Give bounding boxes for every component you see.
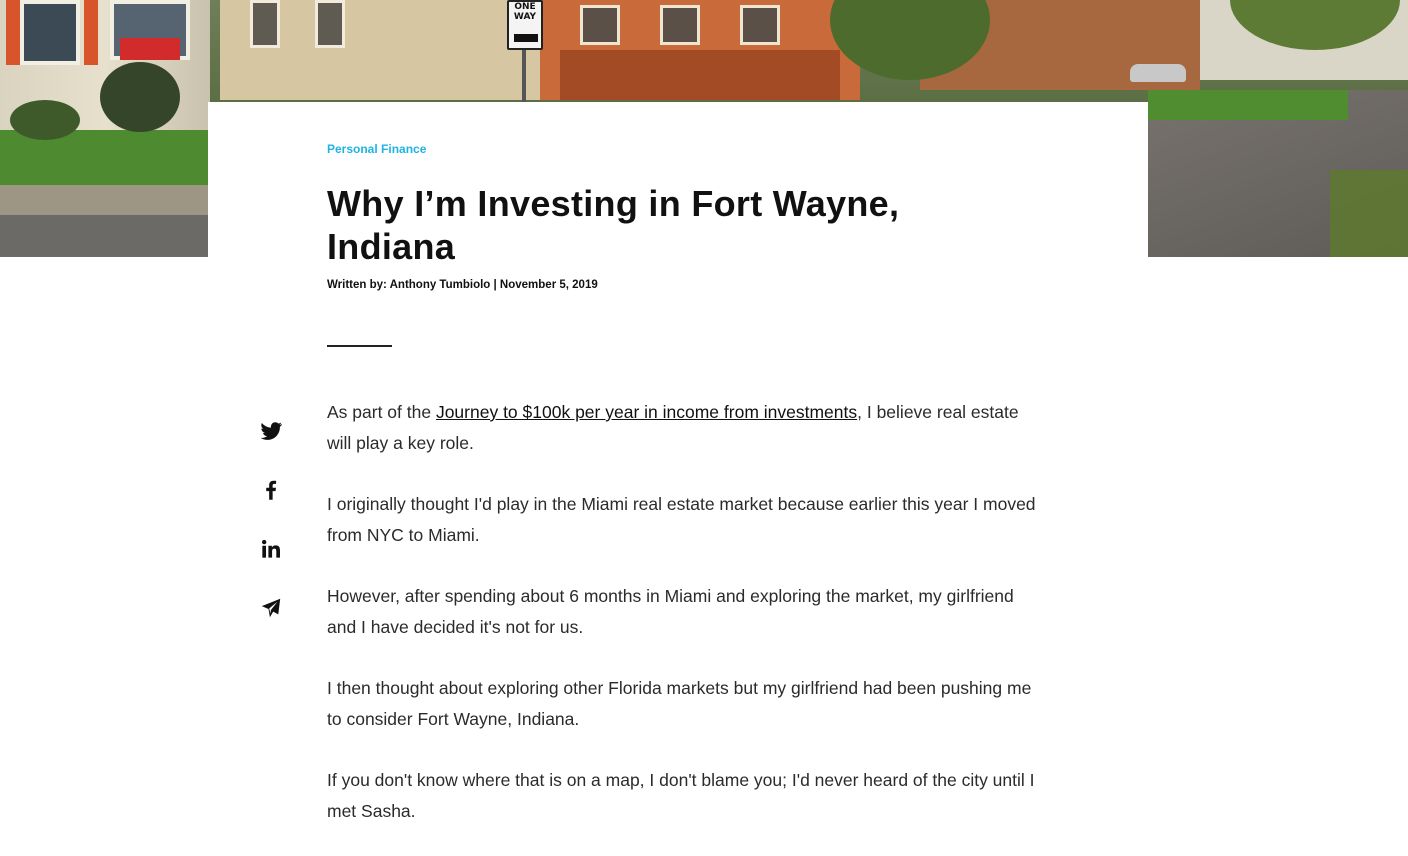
- article-paragraph: As part of the Journey to $100k per year…: [327, 397, 1037, 458]
- send-icon: [261, 598, 281, 618]
- linkedin-icon: [262, 539, 280, 558]
- twitter-icon: [260, 422, 283, 440]
- article-paragraph: However, after spending about 6 months i…: [327, 586, 1014, 637]
- share-column: [258, 418, 286, 654]
- hero-bush: [10, 100, 80, 140]
- hero-car: [1130, 64, 1186, 82]
- sign-arrow-icon: [514, 34, 538, 42]
- hero-window: [20, 0, 80, 65]
- hero-house-beige: [220, 0, 540, 100]
- article-paragraph: I originally thought I'd play in the Mia…: [327, 494, 1036, 545]
- hero-flag: [120, 38, 180, 60]
- share-twitter-button[interactable]: [258, 418, 286, 446]
- page-title: Why I’m Investing in Fort Wayne, Indiana: [327, 183, 900, 267]
- title-divider: [327, 345, 392, 347]
- hero-window: [315, 0, 345, 48]
- hero-bush: [100, 62, 180, 132]
- hero-window: [740, 5, 780, 45]
- category-link[interactable]: Personal Finance: [327, 142, 426, 156]
- share-facebook-button[interactable]: [258, 477, 286, 505]
- share-send-button[interactable]: [258, 595, 286, 623]
- sign-text-line2: WAY: [513, 12, 537, 22]
- hero-lawn: [1148, 90, 1348, 120]
- one-way-sign: ONE WAY: [507, 0, 543, 50]
- hero-shutter: [6, 0, 20, 65]
- journey-link[interactable]: Journey to $100k per year in income from…: [436, 402, 857, 422]
- hero-shutter: [84, 0, 98, 65]
- sign-text-line1: ONE: [514, 2, 536, 12]
- paragraph-text: As part of the: [327, 402, 436, 422]
- hero-porch: [560, 50, 840, 100]
- hero-lawn: [0, 130, 210, 190]
- article-paragraph: I then thought about exploring other Flo…: [327, 678, 1032, 729]
- hero-window: [580, 5, 620, 45]
- hero-leaves: [1330, 170, 1408, 257]
- facebook-icon: [266, 480, 277, 500]
- article-byline: Written by: Anthony Tumbiolo | November …: [327, 279, 598, 291]
- hero-house-orange: [540, 0, 860, 100]
- share-linkedin-button[interactable]: [258, 536, 286, 564]
- hero-window: [660, 5, 700, 45]
- article-paragraph: If you don't know where that is on a map…: [327, 770, 1035, 821]
- article-body: As part of the Journey to $100k per year…: [327, 397, 1037, 856]
- hero-road: [0, 215, 210, 257]
- hero-sidewalk: [0, 185, 210, 215]
- hero-window: [250, 0, 280, 48]
- hero-sign-pole: [522, 50, 526, 110]
